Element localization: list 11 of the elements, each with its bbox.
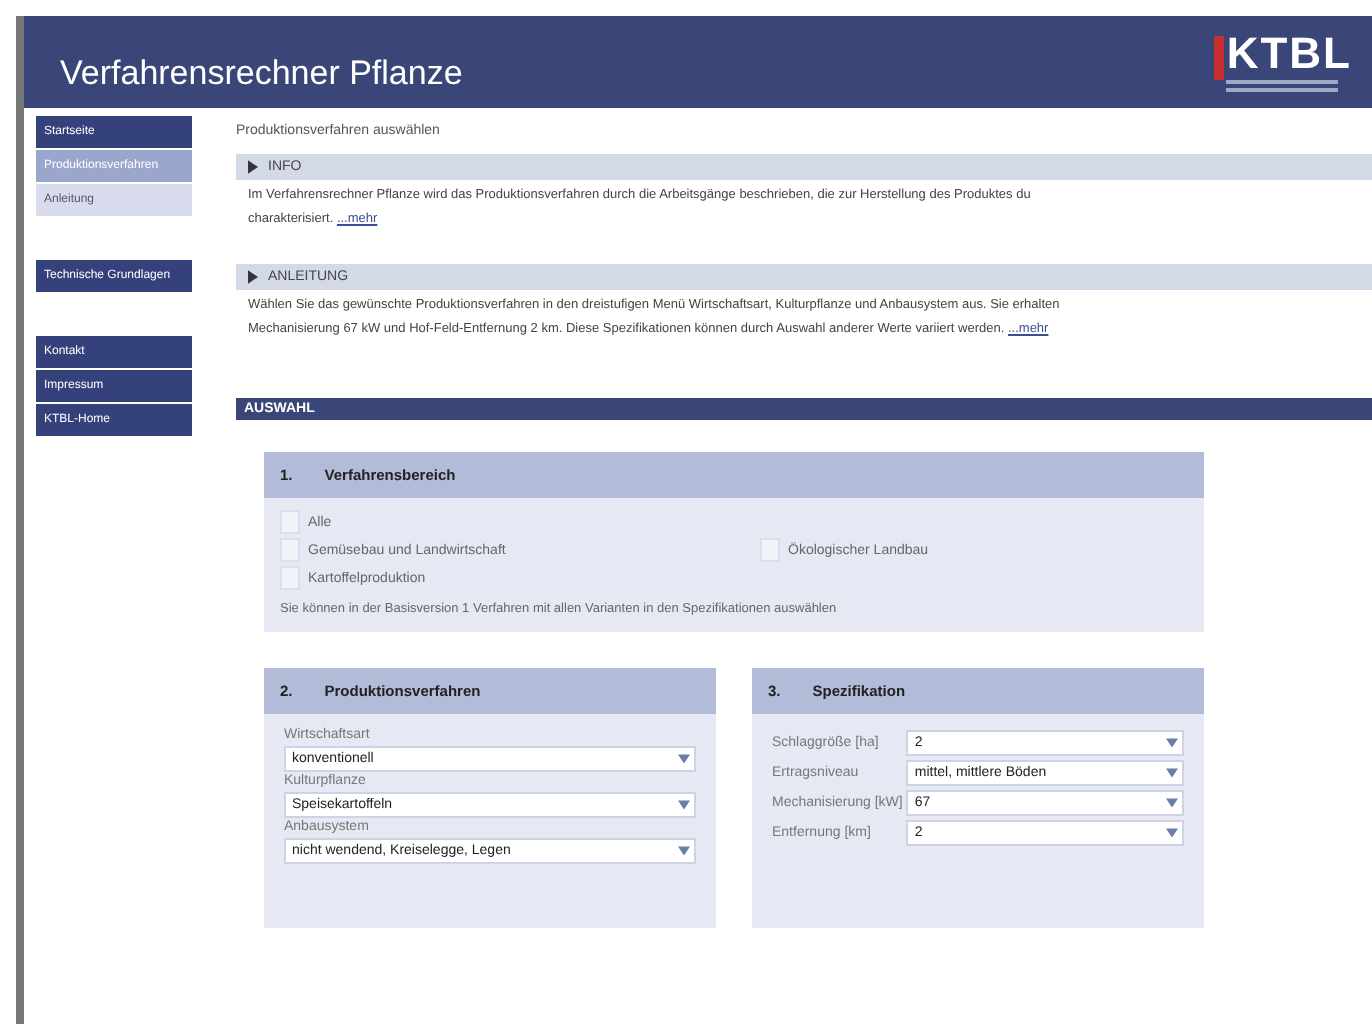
dropdown-arrow-icon: [1166, 738, 1178, 748]
triangle-icon: [248, 160, 258, 174]
dropdown-arrow-icon: [1166, 768, 1178, 778]
dropdown-arrow-icon: [1166, 798, 1178, 808]
dropdown-arrow-icon: [678, 754, 690, 764]
triangle-icon: [248, 270, 258, 284]
dropdown-arrow-icon: [1166, 828, 1178, 838]
dropdown-arrow-icon: [678, 800, 690, 810]
app-title: Verfahrensrechner Pflanze: [60, 54, 463, 94]
logo: KTBL: [1206, 24, 1364, 100]
dropdown-arrow-icon: [678, 846, 690, 856]
